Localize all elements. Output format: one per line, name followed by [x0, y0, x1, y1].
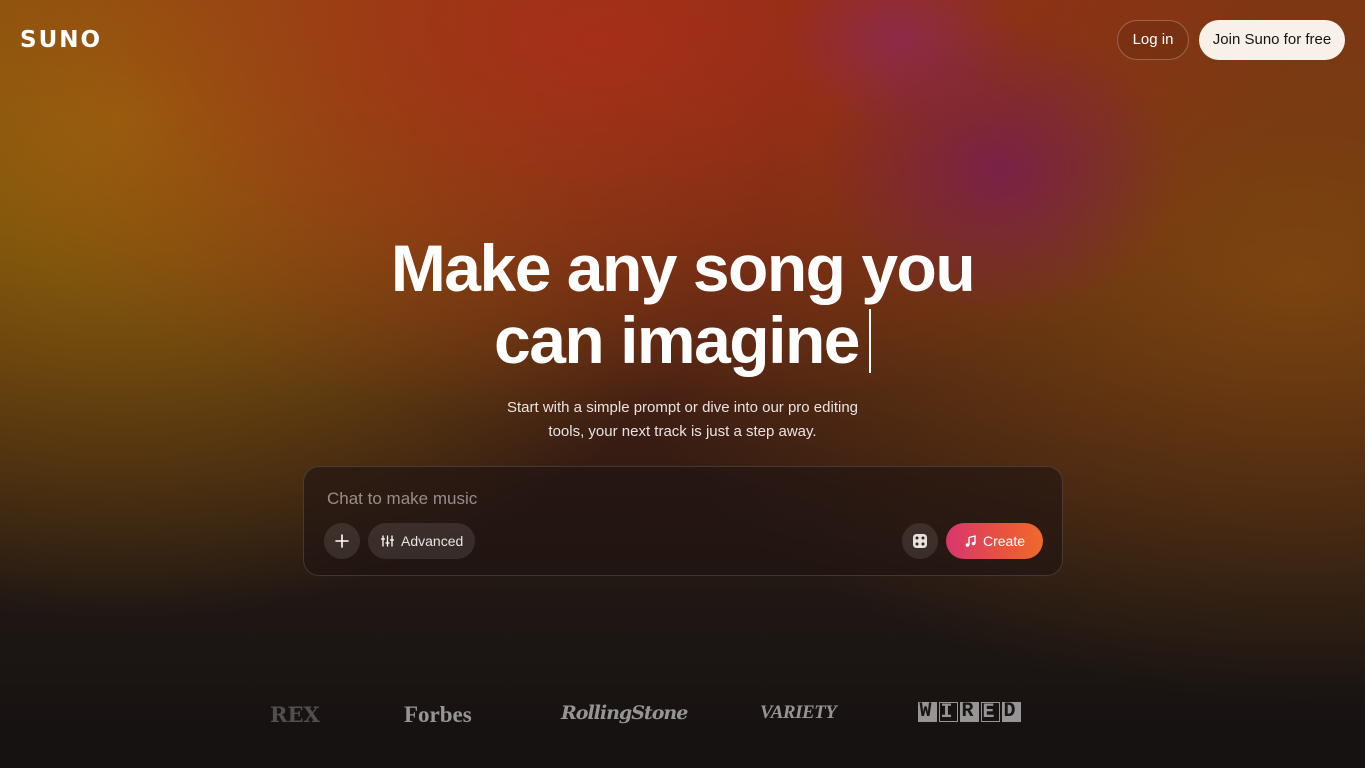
press-logo-rolling-stone: RollingStone: [561, 702, 688, 724]
headline-line-1: Make any song you: [390, 231, 976, 305]
join-button[interactable]: Join Suno for free: [1199, 20, 1345, 60]
press-logo-variety: VARIETY: [760, 702, 837, 723]
hero-section: Make any song you can imagine Start with…: [0, 232, 1365, 444]
create-label: Create: [982, 533, 1026, 549]
wired-letter: D: [1002, 700, 1021, 723]
wired-letter: E: [981, 701, 1000, 724]
music-note-icon: [965, 534, 976, 547]
prompt-input[interactable]: [327, 485, 927, 513]
top-nav: SUNO Log in Join Suno for free: [0, 0, 1365, 80]
press-logo-forbes: Forbes: [404, 702, 472, 727]
hero-headline: Make any song you can imagine: [0, 232, 1365, 376]
create-button[interactable]: Create: [946, 523, 1043, 559]
wired-letter: R: [960, 700, 979, 723]
dice-icon: [913, 534, 927, 548]
wired-letter: W: [918, 700, 937, 723]
headline-line-2: can imagine: [494, 303, 860, 377]
login-button[interactable]: Log in: [1117, 20, 1189, 60]
random-button[interactable]: [902, 523, 938, 559]
advanced-label: Advanced: [401, 533, 464, 549]
advanced-button[interactable]: Advanced: [368, 523, 475, 559]
sliders-icon: [381, 535, 394, 547]
press-logo-rex: REX: [270, 702, 320, 727]
suno-logo[interactable]: SUNO: [20, 27, 102, 53]
wired-letter: I: [939, 701, 958, 724]
add-button[interactable]: [324, 523, 360, 559]
prompt-box: Advanced Create: [303, 466, 1063, 576]
press-logo-wired: W I R E D: [918, 700, 1021, 724]
press-logos: REX Forbes RollingStone VARIETY W I R E …: [0, 700, 1365, 734]
text-cursor: [868, 309, 871, 373]
plus-icon: [335, 534, 349, 548]
hero-subtitle: Start with a simple prompt or dive into …: [507, 399, 858, 440]
